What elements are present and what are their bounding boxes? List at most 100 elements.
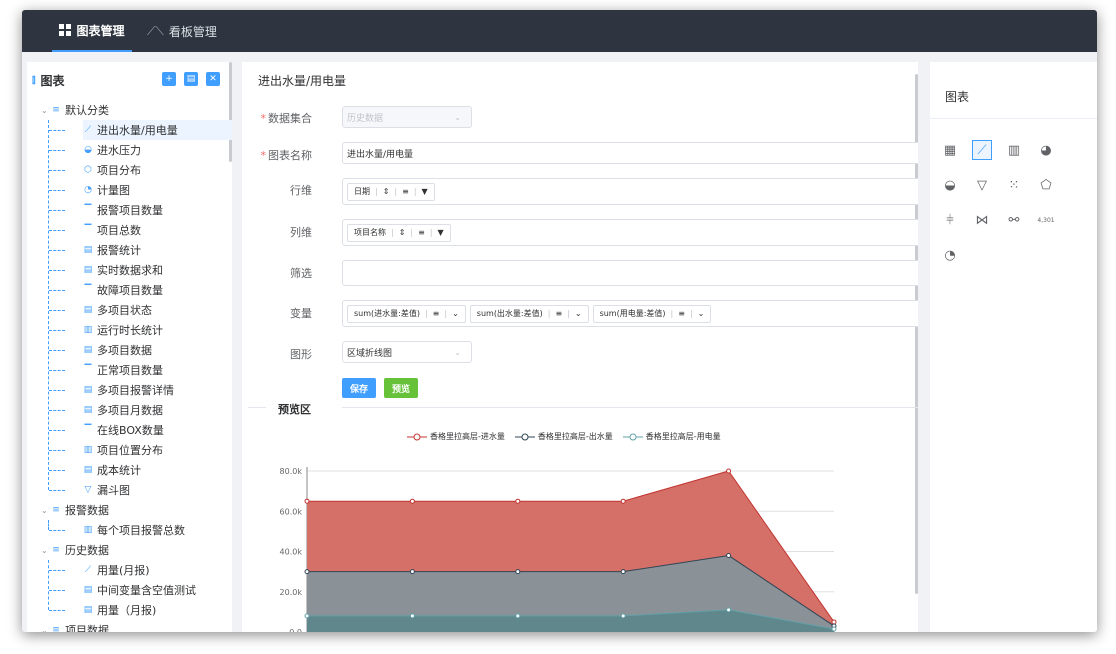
variable-chip[interactable]: sum(进水量:差值) | ≡ | ⌄ [347,304,466,323]
tree-item[interactable]: ▤ 成本统计 [83,460,141,480]
data-point[interactable] [831,619,837,625]
data-point[interactable] [726,607,732,613]
chevron-down-icon[interactable]: ⌄ [575,309,582,318]
bar-chart-icon[interactable]: ▥ [1004,140,1024,160]
data-point[interactable] [409,569,415,575]
variable-chip[interactable]: sum(用电量:差值) | ≡ | ⌄ [592,304,712,323]
chevron-down-icon[interactable]: ⌄ [41,506,51,515]
chevron-down-icon[interactable]: ⌄ [41,106,51,115]
tree-group[interactable]: ⌄ ≡ 默认分类 [41,100,109,120]
align-icon[interactable]: ≡ [433,309,440,318]
tree-item[interactable]: ⟋ 进出水量/用电量 [83,120,232,140]
chevron-down-icon[interactable]: ⌄ [41,546,51,555]
sidebar-scrollbar[interactable] [229,62,232,162]
filter-dropzone[interactable] [342,260,918,286]
tree-item[interactable]: ▤ 多项目数据 [83,340,152,360]
tree-item[interactable]: ◒ 进水压力 [83,140,141,160]
tab-dashboard-management[interactable]: ⟋⟍ 看板管理 [147,10,217,52]
chevron-down-icon[interactable]: ⌄ [452,309,459,318]
add-icon[interactable]: + [162,72,176,86]
data-point[interactable] [304,613,310,619]
data-point[interactable] [515,498,521,504]
data-point[interactable] [515,613,521,619]
tree-item[interactable]: ▤ 多项目月数据 [83,400,163,420]
filter-icon[interactable]: ▼ [422,187,428,196]
tree-item[interactable]: ⟋ 用量(月报) [83,560,150,580]
chart-type-select[interactable]: 区域折线图 ⌄ [342,341,472,363]
tree-item[interactable]: ▔ 正常项目数量 [83,360,163,380]
graph-icon[interactable]: ⚯ [1004,210,1024,230]
tree-item[interactable]: ▤ 多项目报警详情 [83,380,174,400]
tree-item[interactable]: ▤ 中间变量含空值测试 [83,580,196,600]
data-point[interactable] [726,553,732,559]
variable-chip[interactable]: sum(出水量:差值) | ≡ | ⌄ [469,304,589,323]
funnel-icon[interactable]: ▽ [972,175,992,195]
tab-chart-management[interactable]: 图表管理 [52,10,132,52]
area-chart-icon[interactable]: ◒ [940,175,960,195]
tree-item[interactable]: ▥ 项目位置分布 [83,440,163,460]
sort-icon[interactable]: ⇕ [383,187,390,196]
parallel-icon[interactable]: ⫩ [940,210,960,230]
divider [342,407,918,408]
data-point[interactable] [831,623,837,629]
data-point[interactable] [409,613,415,619]
chevron-down-icon[interactable]: ⌄ [41,626,51,633]
tree-item[interactable]: ▔ 报警项目数量 [83,200,163,220]
align-icon[interactable]: ≡ [402,187,409,196]
chevron-down-icon[interactable]: ⌄ [698,309,705,318]
align-icon[interactable]: ≡ [418,228,425,237]
data-point[interactable] [409,498,415,504]
legend-item[interactable]: 香格里拉高层-出水量 [514,431,613,442]
pie-chart-icon[interactable]: ◕ [1036,140,1056,160]
delete-icon[interactable]: ✕ [206,72,220,86]
tree-group[interactable]: ⌄ ≡ 报警数据 [41,500,109,520]
row-dim-dropzone[interactable]: 日期 | ⇕ | ≡ | ▼ [342,178,918,205]
sankey-icon[interactable]: ⋈ [972,210,992,230]
bar-chart-icon: ▥ [83,445,93,455]
col-dim-dropzone[interactable]: 项目名称 | ⇕ | ≡ | ▼ [342,219,918,246]
data-point[interactable] [620,613,626,619]
save-button[interactable]: 保存 [342,378,376,398]
col-dim-chip[interactable]: 项目名称 | ⇕ | ≡ | ▼ [347,223,451,242]
tree-connector [49,450,65,451]
tree-item[interactable]: ▔ 故障项目数量 [83,280,163,300]
line-chart-icon[interactable]: ⟋ [972,140,992,160]
tree-item[interactable]: ◔ 计量图 [83,180,130,200]
variable-dropzone[interactable]: sum(进水量:差值) | ≡ | ⌄ sum(出水量:差值) | ≡ | ⌄ sum(… [342,300,918,327]
number-card-icon[interactable]: 4,301 [1036,210,1056,230]
data-point[interactable] [304,569,310,575]
data-point[interactable] [620,569,626,575]
tree-group[interactable]: ⌄ ≡ 历史数据 [41,540,109,560]
legend-item[interactable]: 香格里拉高层-进水量 [407,431,505,442]
data-point[interactable] [726,468,732,474]
tree-item[interactable]: ▥ 每个项目报警总数 [83,520,185,540]
dataset-select[interactable]: 历史数据 ⌄ [342,106,472,128]
tree-item[interactable]: ▤ 用量（月报) [83,600,157,620]
scatter-icon[interactable]: ⁙ [1004,175,1024,195]
radar-icon[interactable]: ⬠ [1036,175,1056,195]
sort-icon[interactable]: ⇕ [399,228,406,237]
align-icon[interactable]: ≡ [678,309,685,318]
filter-icon[interactable]: ▼ [438,228,444,237]
data-point[interactable] [304,498,310,504]
preview-button[interactable]: 预览 [384,378,418,398]
folder-icon[interactable]: ▤ [184,72,198,86]
data-point[interactable] [620,498,626,504]
data-point[interactable] [831,626,837,632]
align-icon[interactable]: ≡ [555,309,562,318]
legend-item[interactable]: 香格里拉高层-用电量 [622,431,721,442]
tree-item[interactable]: ▤ 多项目状态 [83,300,152,320]
tree-item[interactable]: ▥ 运行时长统计 [83,320,163,340]
tree-item[interactable]: ▔ 项目总数 [83,220,141,240]
tree-item[interactable]: ⬡ 项目分布 [83,160,141,180]
data-point[interactable] [515,569,521,575]
gauge-icon[interactable]: ◔ [940,245,960,265]
row-dim-chip[interactable]: 日期 | ⇕ | ≡ | ▼ [347,182,435,201]
tree-item[interactable]: ▽ 漏斗图 [83,480,130,500]
tree-item[interactable]: ▔ 在线BOX数量 [83,420,164,440]
table-icon[interactable]: ▦ [940,140,960,160]
tree-item[interactable]: ▤ 实时数据求和 [83,260,163,280]
chart-name-input[interactable]: 进出水量/用电量 [342,142,918,164]
tree-item[interactable]: ▤ 报警统计 [83,240,141,260]
tree-group[interactable]: ⌄ ≡ 项目数据 [41,620,109,632]
